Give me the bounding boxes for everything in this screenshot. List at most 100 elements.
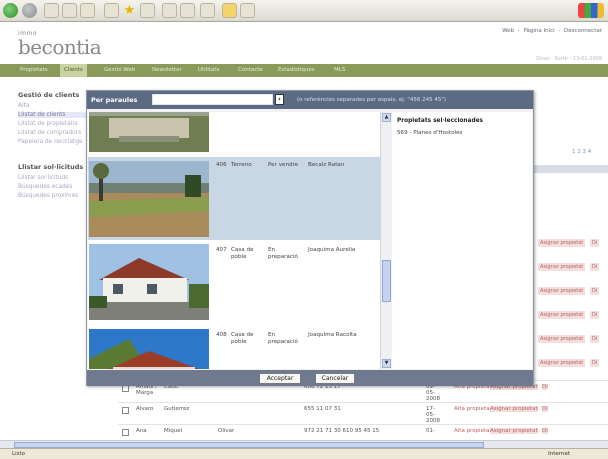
assign-property-button[interactable]: Asignar propietat: [538, 263, 586, 271]
result-status: En preparació: [268, 247, 298, 260]
result-ref: 406: [216, 162, 227, 168]
result-item[interactable]: 406 Terreno Per vendre Becalz Ratan: [88, 157, 380, 240]
result-item[interactable]: [88, 112, 380, 157]
nav-estadistiques[interactable]: Estadístiques: [274, 66, 319, 74]
result-item[interactable]: 408 Casa de poble En preparació Joaquima…: [88, 327, 380, 369]
sidebar-item-alta[interactable]: Alta: [18, 103, 29, 109]
results-list[interactable]: 406 Terreno Per vendre Becalz Ratan 407: [88, 112, 380, 369]
row-checkbox[interactable]: [122, 407, 129, 414]
assign-property-button[interactable]: Asignar propietat: [490, 406, 538, 412]
property-photo: [89, 161, 209, 237]
search-icon[interactable]: [104, 3, 119, 18]
di-button[interactable]: Di: [590, 263, 600, 271]
accept-button[interactable]: Acceptar: [259, 373, 301, 384]
home-link[interactable]: Pàgina Inici: [523, 28, 554, 34]
cancel-button[interactable]: Cancelar: [315, 373, 355, 384]
selected-property-item[interactable]: 569 - Planes d'Hostoles: [397, 130, 462, 136]
site-logo[interactable]: becontia: [18, 35, 102, 59]
result-item[interactable]: 407 Casa de poble En preparació Joaquima…: [88, 242, 380, 325]
dialog-footer: Acceptar Cancelar: [87, 370, 533, 386]
nav-contacte[interactable]: Contacte: [234, 66, 267, 74]
row-phone: 972 21 71 30 610 95 45 15: [304, 428, 380, 434]
assign-property-button[interactable]: Asignar propietat: [538, 287, 586, 295]
sidebar-item-busquedes-ecades[interactable]: Búsquedes ecades: [18, 184, 72, 190]
history-icon[interactable]: [140, 3, 155, 18]
sidebar-heading-clients: Gestió de clients: [18, 91, 80, 99]
nav-propietats[interactable]: Propietats: [16, 66, 52, 74]
nav-utilitats[interactable]: Utilitats: [194, 66, 223, 74]
di-button[interactable]: Di: [590, 359, 600, 367]
di-button[interactable]: Di: [590, 239, 600, 247]
top-links: Web · Pàgina Inici · Desconnectar: [502, 28, 602, 34]
property-photo: [89, 244, 209, 320]
sidebar-item-llistat-clients[interactable]: Llistat de clients: [18, 112, 90, 118]
search-go-button[interactable]: ›: [275, 94, 284, 105]
web-link[interactable]: Web: [502, 28, 514, 34]
table-header: [530, 165, 608, 173]
sidebar-item-llistat-compradors[interactable]: Llistat de compradors: [18, 130, 81, 136]
di-button[interactable]: Di: [542, 428, 548, 434]
di-button[interactable]: Di: [590, 311, 600, 319]
nav-mls[interactable]: MLS: [330, 66, 349, 74]
row-checkbox[interactable]: [122, 429, 129, 436]
favorites-icon[interactable]: ★: [122, 3, 137, 18]
di-button[interactable]: Di: [542, 384, 548, 390]
alta-property-link[interactable]: Alta propietat: [454, 406, 492, 412]
dialog-search-bar: Per paraules › (o referències separades …: [87, 91, 533, 109]
alta-property-link[interactable]: Alta propietat: [454, 428, 492, 434]
assign-property-button[interactable]: Asignar propietat: [538, 359, 586, 367]
table-row[interactable]: Ana Miquel Olivar 972 21 71 30 610 95 45…: [118, 424, 608, 440]
messenger-icon[interactable]: [240, 3, 255, 18]
scroll-down-icon[interactable]: ▼: [382, 359, 391, 368]
row-extra: Olivar: [218, 428, 235, 434]
logout-link[interactable]: Desconnectar: [564, 28, 602, 34]
refresh-icon[interactable]: [62, 3, 77, 18]
forward-icon[interactable]: [22, 3, 37, 18]
print-icon[interactable]: [180, 3, 195, 18]
assign-property-button[interactable]: Asignar propietat: [538, 239, 586, 247]
assign-property-button[interactable]: Asignar propietat: [490, 428, 538, 434]
result-type: Terreno: [231, 162, 252, 168]
row-date: 09-05-2008: [426, 384, 440, 402]
nav-clients[interactable]: Clients: [60, 64, 87, 77]
pagination[interactable]: 1 2 3 4: [572, 149, 591, 155]
result-name: Joaquima Racolta: [308, 332, 357, 338]
table-row[interactable]: Alvaro Gutierrez 655 11 07 31 17-05-2008…: [118, 402, 608, 424]
row-last-name: Miquel: [164, 428, 183, 434]
sidebar-item-llistar-solicituds[interactable]: Llistar sol·licituds: [18, 175, 68, 181]
results-scrollbar[interactable]: ▲ ▼: [380, 112, 391, 369]
sidebar-item-busquedes-proximes[interactable]: Búsquedes proximes: [18, 193, 78, 199]
row-last-name: Gutierrez: [164, 406, 190, 412]
edit-icon[interactable]: [200, 3, 215, 18]
sidebar-item-llistat-propietaris[interactable]: Llistat de propietaris: [18, 121, 78, 127]
row-checkbox[interactable]: [122, 385, 129, 392]
result-ref: 408: [216, 332, 227, 338]
folder-icon[interactable]: [222, 3, 237, 18]
di-button[interactable]: Di: [590, 335, 600, 343]
sidebar-item-papelera[interactable]: Papelera de reciclatge: [18, 139, 83, 145]
stop-icon[interactable]: [44, 3, 59, 18]
selected-properties-title: Propietats sel·leccionades: [397, 118, 483, 124]
nav-gestio-web[interactable]: Gestió Web: [100, 66, 139, 74]
di-button[interactable]: Di: [542, 406, 548, 412]
browser-toolbar: ★: [0, 0, 608, 22]
search-input[interactable]: [152, 94, 273, 105]
back-icon[interactable]: [3, 3, 18, 18]
assign-property-button[interactable]: Asignar propietat: [538, 311, 586, 319]
scroll-up-icon[interactable]: ▲: [382, 113, 391, 122]
property-picker-dialog: Per paraules › (o referències separades …: [86, 90, 534, 386]
nav-newsletter[interactable]: Newsletter: [148, 66, 186, 74]
home-icon[interactable]: [80, 3, 95, 18]
result-type: Casa de poble: [231, 247, 254, 260]
search-label: Per paraules: [91, 96, 138, 104]
assign-property-button[interactable]: Asignar propietat: [538, 335, 586, 343]
row-date: 17-05-2008: [426, 406, 440, 424]
scroll-thumb[interactable]: [382, 260, 391, 302]
horizontal-scrollbar[interactable]: [0, 440, 608, 448]
mail-icon[interactable]: [162, 3, 177, 18]
site-header: immo becontia Web · Pàgina Inici · Desco…: [0, 22, 608, 64]
di-button[interactable]: Di: [590, 287, 600, 295]
row-phone: 655 11 07 31: [304, 406, 341, 412]
result-ref: 407: [216, 247, 227, 253]
main-nav: Propietats Clients Gestió Web Newsletter…: [0, 64, 608, 77]
